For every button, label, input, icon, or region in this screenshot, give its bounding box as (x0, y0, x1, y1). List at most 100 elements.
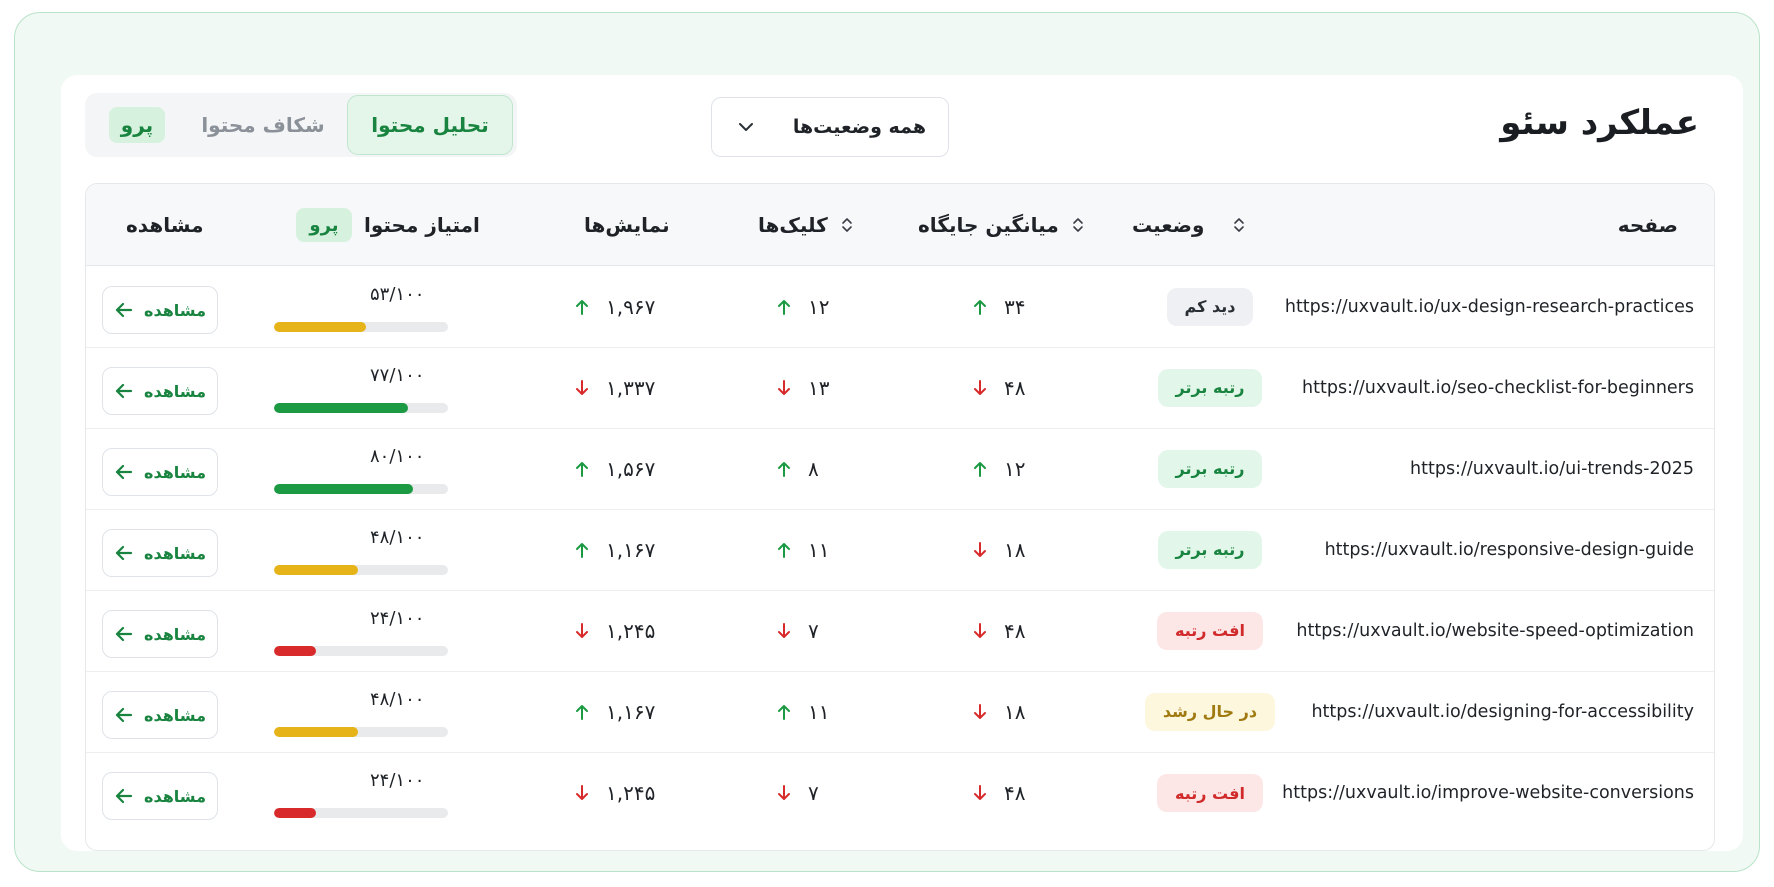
tab-pro[interactable]: پرو (95, 95, 179, 155)
page-url-text: https://uxvault.io/responsive-design-gui… (1324, 539, 1694, 560)
arrow-up-icon (778, 461, 790, 477)
page-url[interactable]: https://uxvault.io/designing-for-accessi… (1311, 671, 1694, 752)
clicks-value: ۱۳ (808, 375, 830, 400)
seo-table: صفحه وضعیت میانگین جایگاه کلیک‌ها نمایش‌… (85, 183, 1715, 851)
column-header-score[interactable]: پرو امتیاز محتوا (296, 184, 480, 266)
clicks-cell: ۱۱ (776, 671, 829, 752)
clicks-value: ۸ (808, 456, 819, 481)
view-button[interactable]: مشاهده (102, 772, 218, 820)
table-row[interactable]: https://uxvault.io/website-speed-optimiz… (86, 590, 1714, 672)
page-url[interactable]: https://uxvault.io/website-speed-optimiz… (1296, 590, 1694, 671)
view-button[interactable]: مشاهده (102, 448, 218, 496)
view-button[interactable]: مشاهده (102, 529, 218, 577)
column-label: امتیاز محتوا (364, 213, 480, 237)
impressions-cell: ۱,۹۶۷ (574, 266, 655, 347)
sort-icon (842, 218, 852, 232)
avg-position-value: ۱۲ (1004, 456, 1026, 481)
score-progress-bar (274, 646, 448, 656)
status-badge: افت رتبه (1157, 611, 1263, 650)
impressions-value: ۱,۵۶۷ (606, 456, 656, 481)
table-row[interactable]: https://uxvault.io/designing-for-accessi… (86, 671, 1714, 753)
arrow-down-icon (974, 379, 986, 395)
status-cell: رتبه برتر (1140, 428, 1280, 509)
seo-panel: عملکرد سئو همه وضعیت‌ها تحلیل محتوا شکاف… (61, 75, 1743, 851)
sort-icon (1234, 218, 1245, 232)
view-button[interactable]: مشاهده (102, 691, 218, 739)
view-button-label: مشاهده (144, 381, 206, 401)
arrow-left-icon (115, 383, 133, 399)
status-badge: رتبه برتر (1157, 530, 1263, 569)
page-url-text: https://uxvault.io/seo-checklist-for-beg… (1302, 377, 1694, 398)
score-progress-bar (274, 322, 448, 332)
status-cell: رتبه برتر (1140, 509, 1280, 590)
page-url-text: https://uxvault.io/ui-trends-2025 (1410, 458, 1694, 479)
page-url[interactable]: https://uxvault.io/seo-checklist-for-beg… (1302, 347, 1694, 428)
content-score-value: ۵۳/۱۰۰ (370, 284, 425, 305)
view-button[interactable]: مشاهده (102, 367, 218, 415)
table-header: صفحه وضعیت میانگین جایگاه کلیک‌ها نمایش‌… (86, 184, 1714, 266)
table-row[interactable]: https://uxvault.io/responsive-design-gui… (86, 509, 1714, 591)
score-progress-fill (274, 403, 408, 413)
content-score: ۷۷/۱۰۰ (274, 347, 448, 428)
table-row[interactable]: https://uxvault.io/ui-trends-2025 رتبه بر… (86, 428, 1714, 510)
column-label: مشاهده (126, 213, 204, 237)
arrow-left-icon (115, 464, 133, 480)
status-badge: افت رتبه (1157, 774, 1263, 812)
arrow-up-icon (778, 704, 790, 720)
content-score: ۲۴/۱۰۰ (274, 590, 448, 671)
column-header-status[interactable]: وضعیت (1132, 184, 1246, 266)
arrow-down-icon (974, 703, 986, 719)
status-filter-dropdown[interactable]: همه وضعیت‌ها (711, 97, 949, 157)
arrow-up-icon (576, 461, 588, 477)
avg-position-cell: ۱۸ (972, 671, 1025, 752)
score-progress-bar (274, 808, 448, 818)
view-button-label: مشاهده (144, 786, 206, 806)
arrow-left-icon (115, 545, 133, 561)
score-progress-fill (274, 727, 358, 737)
clicks-cell: ۷ (776, 752, 819, 834)
status-badge: دید کم (1166, 287, 1254, 326)
view-button[interactable]: مشاهده (102, 610, 218, 658)
pro-badge: پرو (296, 208, 352, 242)
column-label: صفحه (1617, 213, 1678, 237)
impressions-cell: ۱,۲۴۵ (574, 590, 655, 671)
page-url[interactable]: https://uxvault.io/improve-website-conve… (1282, 752, 1694, 834)
status-filter-value: همه وضعیت‌ها (792, 116, 926, 138)
view-button-label: مشاهده (144, 543, 206, 563)
content-score: ۴۸/۱۰۰ (274, 671, 448, 752)
table-row[interactable]: https://uxvault.io/improve-website-conve… (86, 752, 1714, 834)
arrow-down-icon (974, 785, 986, 800)
arrow-left-icon (115, 302, 133, 318)
column-header-clicks[interactable]: کلیک‌ها (758, 184, 854, 266)
column-header-impressions[interactable]: نمایش‌ها (584, 184, 670, 266)
table-row[interactable]: https://uxvault.io/ux-design-research-pr… (86, 266, 1714, 348)
table-row[interactable]: https://uxvault.io/seo-checklist-for-beg… (86, 347, 1714, 429)
content-score-value: ۲۴/۱۰۰ (370, 608, 425, 629)
score-progress-fill (274, 484, 414, 494)
avg-position-value: ۴۸ (1004, 781, 1026, 805)
arrow-down-icon (576, 785, 588, 800)
avg-position-cell: ۱۲ (972, 428, 1025, 509)
page-url[interactable]: https://uxvault.io/ux-design-research-pr… (1285, 266, 1694, 347)
impressions-value: ۱,۹۶۷ (606, 294, 656, 319)
tab-content-analysis[interactable]: تحلیل محتوا (347, 95, 513, 155)
avg-position-value: ۱۸ (1004, 537, 1026, 562)
content-score-value: ۸۰/۱۰۰ (370, 446, 425, 467)
content-score-value: ۷۷/۱۰۰ (370, 365, 425, 386)
page-url-text: https://uxvault.io/website-speed-optimiz… (1296, 620, 1694, 641)
tab-content-gap[interactable]: شکاف محتوا (179, 95, 347, 155)
view-button-label: مشاهده (144, 462, 206, 482)
column-header-avg-position[interactable]: میانگین جایگاه (918, 184, 1085, 266)
impressions-value: ۱,۱۶۷ (606, 699, 656, 724)
clicks-cell: ۸ (776, 428, 819, 509)
chevron-down-icon (739, 123, 753, 131)
view-button[interactable]: مشاهده (102, 286, 218, 334)
view-button-label: مشاهده (144, 705, 206, 725)
column-label: کلیک‌ها (758, 213, 828, 237)
page-url[interactable]: https://uxvault.io/ui-trends-2025 (1410, 428, 1694, 509)
column-header-page[interactable]: صفحه (1618, 184, 1678, 266)
page-url[interactable]: https://uxvault.io/responsive-design-gui… (1325, 509, 1694, 590)
clicks-value: ۱۲ (808, 294, 830, 319)
arrow-down-icon (778, 379, 790, 395)
avg-position-value: ۴۸ (1004, 375, 1026, 400)
